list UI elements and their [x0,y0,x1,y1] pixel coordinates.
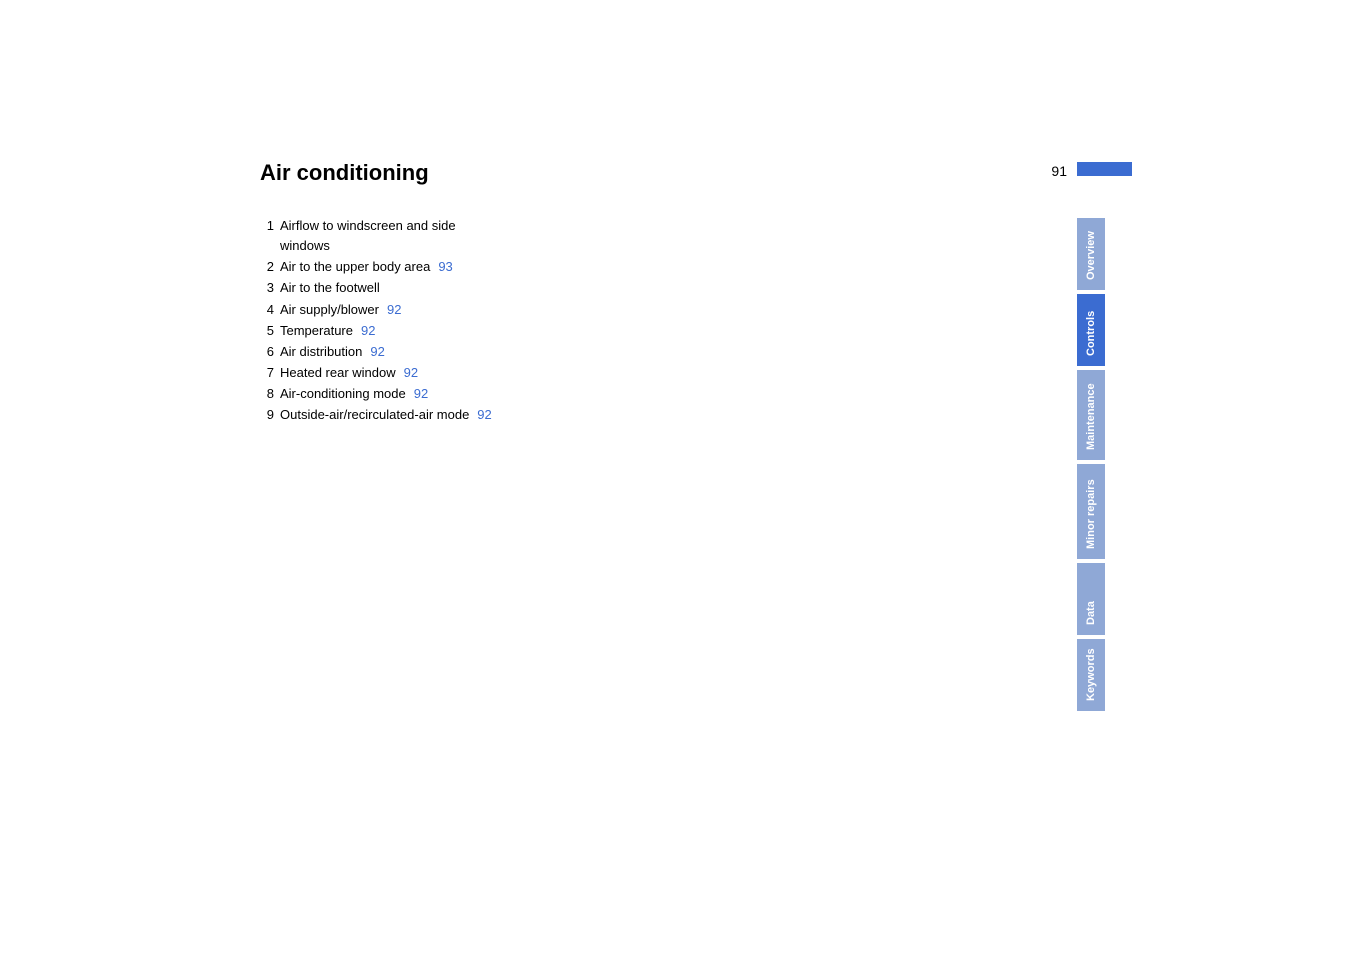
list-item: 3 Air to the footwell [260,278,820,298]
page-reference-link[interactable]: 92 [477,407,491,422]
list-text: Airflow to windscreen and side windows [280,216,490,256]
list-item: 7 Heated rear window92 [260,363,820,383]
page-content: Air conditioning 1 Airflow to windscreen… [260,160,820,426]
list-number: 2 [260,257,274,277]
header-bar [1077,162,1132,176]
tab-keywords[interactable]: Keywords [1077,639,1105,711]
page-reference-link[interactable]: 93 [438,259,452,274]
list-item: 2 Air to the upper body area93 [260,257,820,277]
list-number: 6 [260,342,274,362]
tab-minor-repairs[interactable]: Minor repairs [1077,464,1105,559]
list-text: Temperature92 [280,321,820,341]
tab-controls[interactable]: Controls [1077,294,1105,366]
side-tabs: Overview Controls Maintenance Minor repa… [1077,218,1105,711]
list-item: 1 Airflow to windscreen and side windows [260,216,490,256]
page-reference-link[interactable]: 92 [361,323,375,338]
tab-maintenance[interactable]: Maintenance [1077,370,1105,460]
list-item: 5 Temperature92 [260,321,820,341]
page-reference-link[interactable]: 92 [404,365,418,380]
tab-data[interactable]: Data [1077,563,1105,635]
list-item: 8 Air-conditioning mode92 [260,384,820,404]
page-title: Air conditioning [260,160,820,186]
list-number: 3 [260,278,274,298]
list-item: 9 Outside-air/recirculated-air mode92 [260,405,820,425]
list-text: Air supply/blower92 [280,300,820,320]
list-number: 7 [260,363,274,383]
list-text: Air to the footwell [280,278,820,298]
list-number: 1 [260,216,274,236]
list-container: 1 Airflow to windscreen and side windows… [260,216,820,425]
page-reference-link[interactable]: 92 [370,344,384,359]
page-reference-link[interactable]: 92 [414,386,428,401]
list-number: 9 [260,405,274,425]
page-reference-link[interactable]: 92 [387,302,401,317]
list-item: 4 Air supply/blower92 [260,300,820,320]
list-number: 5 [260,321,274,341]
list-text: Outside-air/recirculated-air mode92 [280,405,820,425]
tab-overview[interactable]: Overview [1077,218,1105,290]
list-text: Air distribution92 [280,342,820,362]
list-text: Air-conditioning mode92 [280,384,820,404]
list-text: Heated rear window92 [280,363,820,383]
list-number: 4 [260,300,274,320]
list-text: Air to the upper body area93 [280,257,820,277]
list-number: 8 [260,384,274,404]
list-item: 6 Air distribution92 [260,342,820,362]
page-number: 91 [1051,163,1067,179]
